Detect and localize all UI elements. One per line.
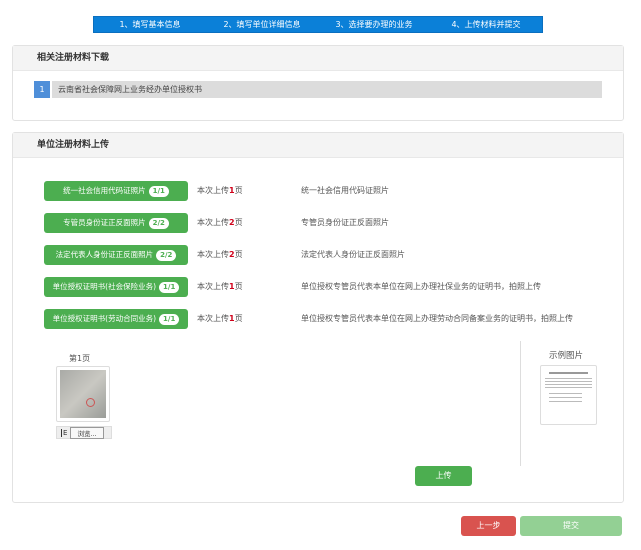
upload-panel-title: 单位注册材料上传 xyxy=(13,133,623,158)
pages-prefix: 本次上传 xyxy=(197,314,229,323)
pages-suffix: 页 xyxy=(234,186,243,195)
pages-suffix: 页 xyxy=(234,282,243,291)
upload-item-button[interactable]: 专管员身份证正反面照片 2/2 xyxy=(44,213,188,233)
step-indicator: 1、填写基本信息 2、填写单位详细信息 3、选择要办理的业务 4、上传材料并提交 xyxy=(93,16,543,33)
prev-button[interactable]: 上一步 xyxy=(461,516,516,536)
pages-suffix: 页 xyxy=(234,250,243,259)
pages-uploaded: 本次上传2页 xyxy=(197,213,243,233)
document-photo xyxy=(60,370,106,418)
pages-suffix: 页 xyxy=(234,314,243,323)
pages-prefix: 本次上传 xyxy=(197,282,229,291)
uploaded-thumbnail[interactable] xyxy=(56,366,110,422)
seal-mark xyxy=(86,398,95,407)
submit-button[interactable]: 提交 xyxy=(520,516,622,536)
pages-uploaded: 本次上传1页 xyxy=(197,309,243,329)
upload-item-label: 单位授权证明书(劳动合同业务) xyxy=(52,314,157,323)
step-2: 2、填写单位详细信息 xyxy=(223,20,301,29)
upload-button[interactable]: 上传 xyxy=(415,466,472,486)
upload-panel: 单位注册材料上传 统一社会信用代码证照片 1/1 本次上传1页 统一社会信用代码证… xyxy=(12,132,624,503)
upload-item-button[interactable]: 单位授权证明书(社会保险业务) 1/1 xyxy=(44,277,188,297)
download-panel: 相关注册材料下载 1 云南省社会保障网上业务经办单位授权书 xyxy=(12,45,624,121)
download-panel-title: 相关注册材料下载 xyxy=(13,46,623,71)
upload-item-description: 专管员身份证正反面照片 xyxy=(301,218,389,227)
upload-item-button[interactable]: 法定代表人身份证正反面照片 2/2 xyxy=(44,245,188,265)
sample-image[interactable] xyxy=(540,365,597,425)
pages-prefix: 本次上传 xyxy=(197,218,229,227)
pages-uploaded: 本次上传1页 xyxy=(197,181,243,201)
upload-item-description: 法定代表人身份证正反面照片 xyxy=(301,250,405,259)
page-label: 第1页 xyxy=(69,354,91,363)
upload-count-badge: 2/2 xyxy=(156,250,177,261)
download-item-link[interactable]: 云南省社会保障网上业务经办单位授权书 xyxy=(52,81,602,98)
upload-count-badge: 1/1 xyxy=(159,314,180,325)
file-input[interactable]: E 浏览... xyxy=(56,426,112,439)
pages-uploaded: 本次上传1页 xyxy=(197,277,243,297)
step-4: 4、上传材料并提交 xyxy=(451,20,521,29)
pages-prefix: 本次上传 xyxy=(197,186,229,195)
upload-item-label: 统一社会信用代码证照片 xyxy=(63,186,146,195)
upload-item-label: 单位授权证明书(社会保险业务) xyxy=(52,282,157,291)
upload-count-badge: 1/1 xyxy=(159,282,180,293)
pages-uploaded: 本次上传2页 xyxy=(197,245,243,265)
upload-item-button[interactable]: 单位授权证明书(劳动合同业务) 1/1 xyxy=(44,309,188,329)
browse-button[interactable]: 浏览... xyxy=(70,426,104,439)
upload-item-description: 统一社会信用代码证照片 xyxy=(301,186,389,195)
download-item-number: 1 xyxy=(34,81,50,98)
step-1: 1、填写基本信息 xyxy=(119,20,181,29)
upload-item-description: 单位授权专管员代表本单位在网上办理社保业务的证明书，拍照上传 xyxy=(301,282,541,291)
pages-prefix: 本次上传 xyxy=(197,250,229,259)
upload-count-badge: 1/1 xyxy=(148,186,169,197)
sample-label: 示例图片 xyxy=(549,351,584,361)
pages-suffix: 页 xyxy=(234,218,243,227)
step-3: 3、选择要办理的业务 xyxy=(335,20,413,29)
upload-item-label: 法定代表人身份证正反面照片 xyxy=(55,250,154,259)
upload-count-badge: 2/2 xyxy=(148,218,169,229)
divider xyxy=(520,341,521,466)
upload-item-label: 专管员身份证正反面照片 xyxy=(63,218,146,227)
upload-item-description: 单位授权专管员代表本单位在网上办理劳动合同备案业务的证明书，拍照上传 xyxy=(301,314,573,323)
upload-item-button[interactable]: 统一社会信用代码证照片 1/1 xyxy=(44,181,188,201)
